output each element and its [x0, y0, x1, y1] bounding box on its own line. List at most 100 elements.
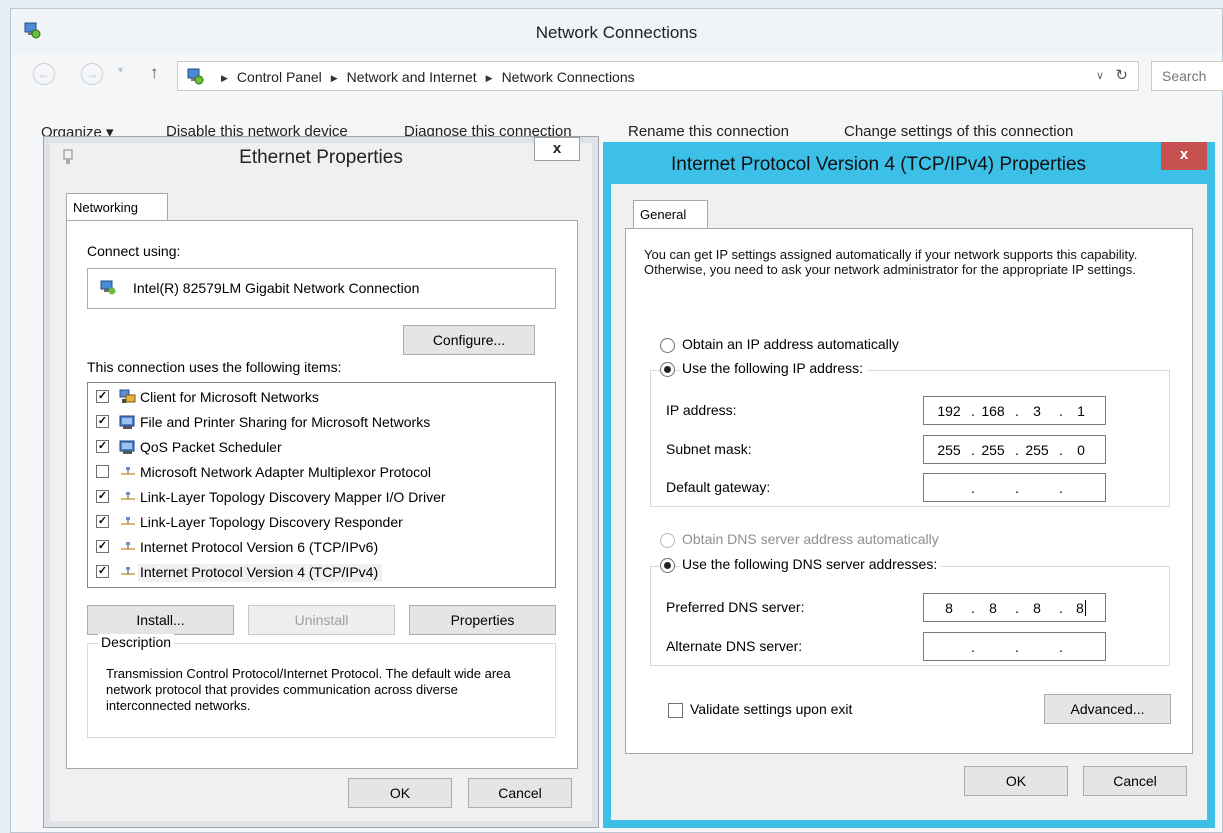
- obtain-dns-auto-label: Obtain DNS server address automatically: [682, 531, 939, 547]
- item-label: File and Printer Sharing for Microsoft N…: [140, 414, 431, 430]
- ip-address-label: IP address:: [666, 402, 737, 418]
- network-client-icon: [119, 389, 136, 403]
- list-item[interactable]: ✓ Internet Protocol Version 4 (TCP/IPv4): [88, 560, 555, 584]
- chevron-right-icon[interactable]: ▶: [486, 73, 493, 83]
- ip-separator: .: [1015, 480, 1019, 496]
- subnet-mask-field[interactable]: 255. 255. 255. 0: [923, 435, 1106, 464]
- navigation-bar: ← → ▾ ↑ ▶ Control Panel ▶ Network and Inter…: [11, 53, 1223, 101]
- item-checkbox[interactable]: ✓: [96, 540, 109, 553]
- up-icon[interactable]: ↑: [150, 63, 159, 83]
- default-gateway-field[interactable]: ...: [923, 473, 1106, 502]
- ok-button[interactable]: OK: [348, 778, 452, 808]
- list-item[interactable]: ✓ Link-Layer Topology Discovery Responder: [88, 510, 555, 534]
- adapter-field: Intel(R) 82579LM Gigabit Network Connect…: [87, 268, 556, 309]
- address-bar[interactable]: ▶ Control Panel ▶ Network and Internet ▶ Netw…: [177, 61, 1139, 91]
- item-checkbox[interactable]: ✓: [96, 440, 109, 453]
- advanced-button[interactable]: Advanced...: [1044, 694, 1171, 724]
- protocol-icon: [121, 567, 135, 575]
- item-label: Internet Protocol Version 4 (TCP/IPv4): [138, 564, 383, 582]
- connect-using-label: Connect using:: [87, 243, 181, 259]
- dialog-body: General You can get IP settings assigned…: [611, 184, 1207, 820]
- close-button[interactable]: x: [534, 137, 580, 161]
- validate-label[interactable]: Validate settings upon exit: [690, 701, 852, 717]
- item-label: Microsoft Network Adapter Multiplexor Pr…: [140, 464, 431, 480]
- item-checkbox[interactable]: ✓: [96, 390, 109, 403]
- cancel-button[interactable]: Cancel: [1083, 766, 1187, 796]
- rename-connection-command[interactable]: Rename this connection: [628, 123, 789, 140]
- ipv4-properties-dialog: Internet Protocol Version 4 (TCP/IPv4) P…: [603, 142, 1215, 828]
- list-item[interactable]: ✓ QoS Packet Scheduler: [88, 435, 555, 459]
- ip-separator: .: [971, 480, 975, 496]
- preferred-dns-label: Preferred DNS server:: [666, 599, 805, 615]
- item-checkbox[interactable]: ✓: [96, 515, 109, 528]
- install-button[interactable]: Install...: [87, 605, 234, 635]
- list-item[interactable]: ✓ Link-Layer Topology Discovery Mapper I/…: [88, 485, 555, 509]
- list-item[interactable]: ✓ Internet Protocol Version 6 (TCP/IPv6): [88, 535, 555, 559]
- item-checkbox[interactable]: ✓: [96, 565, 109, 578]
- use-following-ip-label[interactable]: Use the following IP address:: [680, 360, 868, 376]
- ok-button[interactable]: OK: [964, 766, 1068, 796]
- use-following-ip-radio[interactable]: [660, 362, 675, 377]
- service-icon: [119, 440, 135, 454]
- protocol-icon: [121, 517, 135, 525]
- network-adapter-icon: [100, 280, 116, 295]
- breadcrumb-control-panel[interactable]: Control Panel: [237, 69, 322, 85]
- description-label: Description: [98, 634, 175, 650]
- preferred-dns-field[interactable]: 8.8.8.8: [923, 593, 1106, 622]
- item-checkbox[interactable]: ✓: [96, 415, 109, 428]
- back-icon[interactable]: ←: [33, 63, 55, 85]
- uninstall-button: Uninstall: [248, 605, 395, 635]
- cancel-button[interactable]: Cancel: [468, 778, 572, 808]
- item-checkbox[interactable]: [96, 465, 109, 478]
- obtain-dns-auto-radio: [660, 533, 675, 548]
- window-title: Network Connections: [535, 23, 698, 42]
- refresh-icon[interactable]: ↻: [1115, 66, 1128, 84]
- list-item[interactable]: ✓ File and Printer Sharing for Microsoft …: [88, 410, 555, 434]
- ip-octet: 255: [981, 442, 1005, 458]
- configure-button[interactable]: Configure...: [403, 325, 535, 355]
- alternate-dns-field[interactable]: ...: [923, 632, 1106, 661]
- list-item[interactable]: Microsoft Network Adapter Multiplexor Pr…: [88, 460, 555, 484]
- default-gateway-label: Default gateway:: [666, 479, 771, 495]
- intro-text: You can get IP settings assigned automat…: [644, 247, 1138, 277]
- tab-general[interactable]: General: [633, 200, 708, 229]
- tab-networking[interactable]: Networking: [66, 193, 168, 221]
- service-icon: [119, 415, 135, 429]
- chevron-down-icon[interactable]: ∨: [1096, 69, 1104, 82]
- description-text: Transmission Control Protocol/Internet P…: [106, 666, 511, 713]
- chevron-right-icon[interactable]: ▶: [331, 73, 338, 83]
- item-label: Client for Microsoft Networks: [140, 389, 319, 405]
- use-following-dns-radio[interactable]: [660, 558, 675, 573]
- forward-icon[interactable]: →: [81, 63, 103, 85]
- ip-octet: 0: [1077, 442, 1085, 458]
- ip-separator: .: [1059, 639, 1063, 655]
- recent-locations-icon[interactable]: ▾: [118, 65, 123, 76]
- change-settings-command[interactable]: Change settings of this connection: [844, 123, 1073, 140]
- ip-octet: 8: [1033, 600, 1041, 616]
- item-label: Link-Layer Topology Discovery Mapper I/O…: [140, 489, 446, 505]
- breadcrumb-network-and-internet[interactable]: Network and Internet: [347, 69, 477, 85]
- items-list[interactable]: ✓ Client for Microsoft Networks ✓ File and …: [87, 382, 556, 588]
- ip-octet: 3: [1033, 403, 1041, 419]
- list-item[interactable]: ✓ Client for Microsoft Networks: [88, 385, 555, 409]
- ip-octet: 168: [981, 403, 1005, 419]
- ip-octet: 192: [937, 403, 961, 419]
- validate-checkbox[interactable]: [668, 703, 683, 718]
- obtain-ip-auto-label[interactable]: Obtain an IP address automatically: [682, 336, 899, 352]
- ip-separator: .: [1015, 639, 1019, 655]
- properties-button[interactable]: Properties: [409, 605, 556, 635]
- ip-address-field[interactable]: 192. 168. 3. 1: [923, 396, 1106, 425]
- alternate-dns-label: Alternate DNS server:: [666, 638, 803, 654]
- ip-octet: 255: [1025, 442, 1049, 458]
- items-label: This connection uses the following items…: [87, 359, 342, 375]
- close-button[interactable]: x: [1161, 142, 1207, 170]
- protocol-icon: [121, 492, 135, 500]
- item-label: Internet Protocol Version 6 (TCP/IPv6): [140, 539, 379, 555]
- item-checkbox[interactable]: ✓: [96, 490, 109, 503]
- obtain-ip-auto-radio[interactable]: [660, 338, 675, 353]
- ip-octet: 1: [1077, 403, 1085, 419]
- breadcrumb-network-connections[interactable]: Network Connections: [502, 69, 635, 85]
- use-following-dns-label[interactable]: Use the following DNS server addresses:: [680, 556, 942, 572]
- search-input[interactable]: Search: [1151, 61, 1223, 91]
- title-bar: Network Connections: [11, 9, 1222, 53]
